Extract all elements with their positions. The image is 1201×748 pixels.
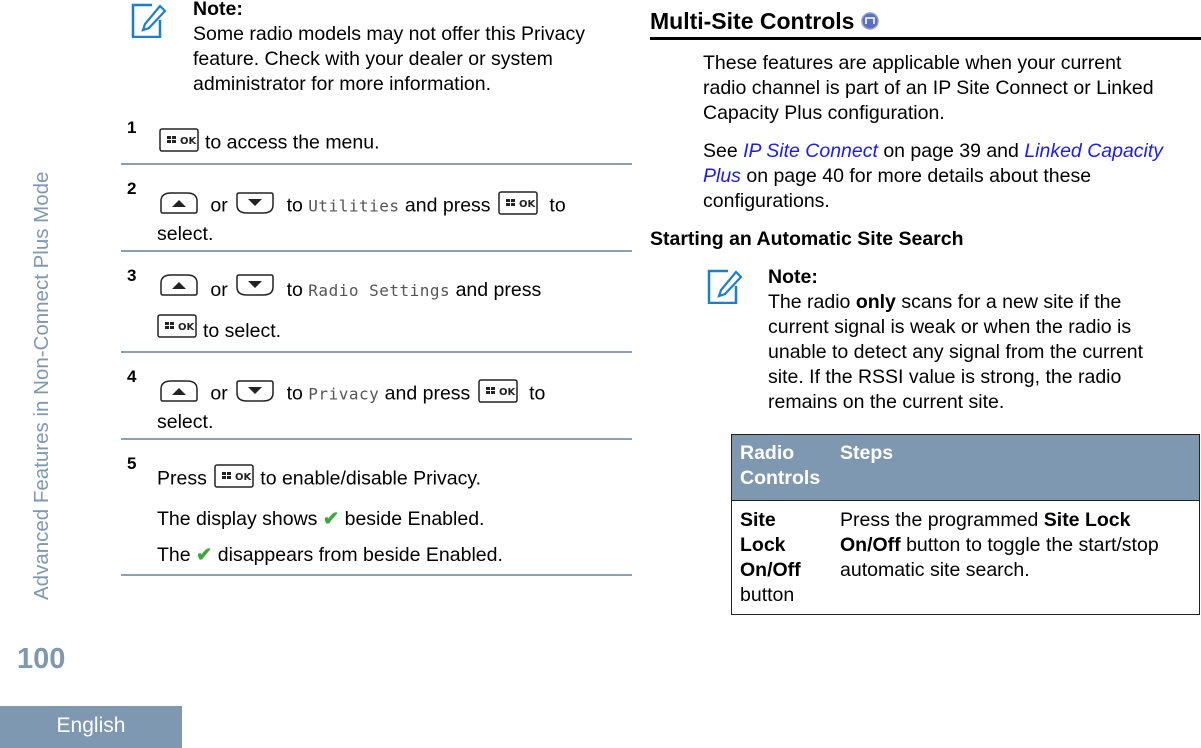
step-2: 2 or to Utilities and press OK to select… <box>121 176 632 252</box>
heading-rule <box>650 37 1201 40</box>
language-tab: English <box>0 706 182 748</box>
step-text: OK to access the menu. <box>157 128 380 159</box>
note-site-search: Note: The radio only scans for a new sit… <box>768 265 1198 415</box>
step-number: 4 <box>127 367 137 386</box>
ok-key-icon: OK <box>157 312 197 352</box>
ok-key-icon: OK <box>498 191 538 222</box>
note-label: Note: <box>768 266 818 288</box>
page-number: 100 <box>17 643 66 675</box>
step-number: 5 <box>127 454 137 473</box>
note-icon <box>706 268 743 311</box>
checkmark-icon: ✔ <box>196 544 213 566</box>
section-title-vertical: Advanced Features in Non-Connect Plus Mo… <box>30 171 53 600</box>
up-key-icon[interactable] <box>159 271 199 311</box>
note-line: Some radio models may not offer this Pri… <box>193 23 585 45</box>
step-result-2: The ✔ disappears from beside Enabled. <box>157 544 503 566</box>
down-key-icon[interactable] <box>235 271 275 311</box>
svg-text:OK: OK <box>499 387 517 398</box>
note-line: administrator for more information. <box>193 73 492 95</box>
svg-text:OK: OK <box>235 472 253 483</box>
table-row: Site Lock On/Off button Press the progra… <box>732 501 1200 615</box>
step-text: Press OK to enable/disable Privacy. The d… <box>157 464 627 568</box>
step-text: or to Utilities and press OK to select. <box>157 191 627 247</box>
link-linked-capacity-plus[interactable]: Linked Capacity <box>1024 140 1163 162</box>
radio-controls-table: Radio Controls Steps Site Lock On/Off bu… <box>731 434 1200 615</box>
ok-key-icon: OK <box>477 379 518 410</box>
header-radio-controls: Radio Controls <box>731 434 832 501</box>
step-number: 3 <box>127 266 137 285</box>
menu-item-utilities: Utilities <box>308 196 400 216</box>
note-privacy: Note: Some radio models may not offer th… <box>193 0 623 97</box>
cell-steps: Press the programmed Site Lock On/Off bu… <box>840 509 1159 581</box>
step-result-1: The display shows ✔ beside Enabled. <box>157 508 485 530</box>
note-label: Note: <box>193 0 243 20</box>
section-heading: Multi-Site Controls <box>650 7 879 36</box>
see-also-paragraph: See IP Site Connect on page 39 and Linke… <box>703 140 1164 212</box>
step-number: 2 <box>127 179 137 198</box>
down-key-icon[interactable] <box>235 191 275 222</box>
step-text: or to Privacy and press OK to select. <box>157 379 627 435</box>
subheading: Starting an Automatic Site Search <box>650 228 964 250</box>
step-1: 1 OK to access the menu. <box>121 115 632 165</box>
intro-paragraph: These features are applicable when your … <box>703 52 1154 124</box>
link-ip-site-connect[interactable]: IP Site Connect <box>743 140 878 162</box>
link-linked-capacity-plus[interactable]: Plus <box>703 165 741 187</box>
step-5: 5 Press OK to enable/disable Privacy. The… <box>121 451 632 576</box>
step-text: or to Radio Settings and press OK to sele… <box>157 270 627 352</box>
feature-badge-icon <box>861 8 879 36</box>
note-line: feature. Check with your dealer or syste… <box>193 48 553 70</box>
up-key-icon[interactable] <box>159 191 199 222</box>
ok-key-icon: OK <box>159 128 199 159</box>
table-header-row: Radio Controls Steps <box>731 434 1200 501</box>
down-key-icon[interactable] <box>235 379 275 410</box>
checkmark-icon: ✔ <box>322 508 340 530</box>
cell-control: Site Lock On/Off button <box>740 509 801 606</box>
step-number: 1 <box>127 118 137 137</box>
note-icon <box>130 2 167 45</box>
svg-text:OK: OK <box>178 322 196 333</box>
ok-key-icon: OK <box>214 464 255 495</box>
menu-item-privacy: Privacy <box>308 384 380 404</box>
svg-text:OK: OK <box>180 136 198 147</box>
step-3: 3 or to Radio Settings and press OK to se… <box>121 263 632 353</box>
menu-item-radio-settings: Radio Settings <box>308 281 451 300</box>
step-4: 4 or to Privacy and press OK to select. <box>121 364 632 440</box>
svg-text:OK: OK <box>519 199 537 210</box>
header-steps: Steps <box>832 434 1200 501</box>
up-key-icon[interactable] <box>159 379 199 410</box>
